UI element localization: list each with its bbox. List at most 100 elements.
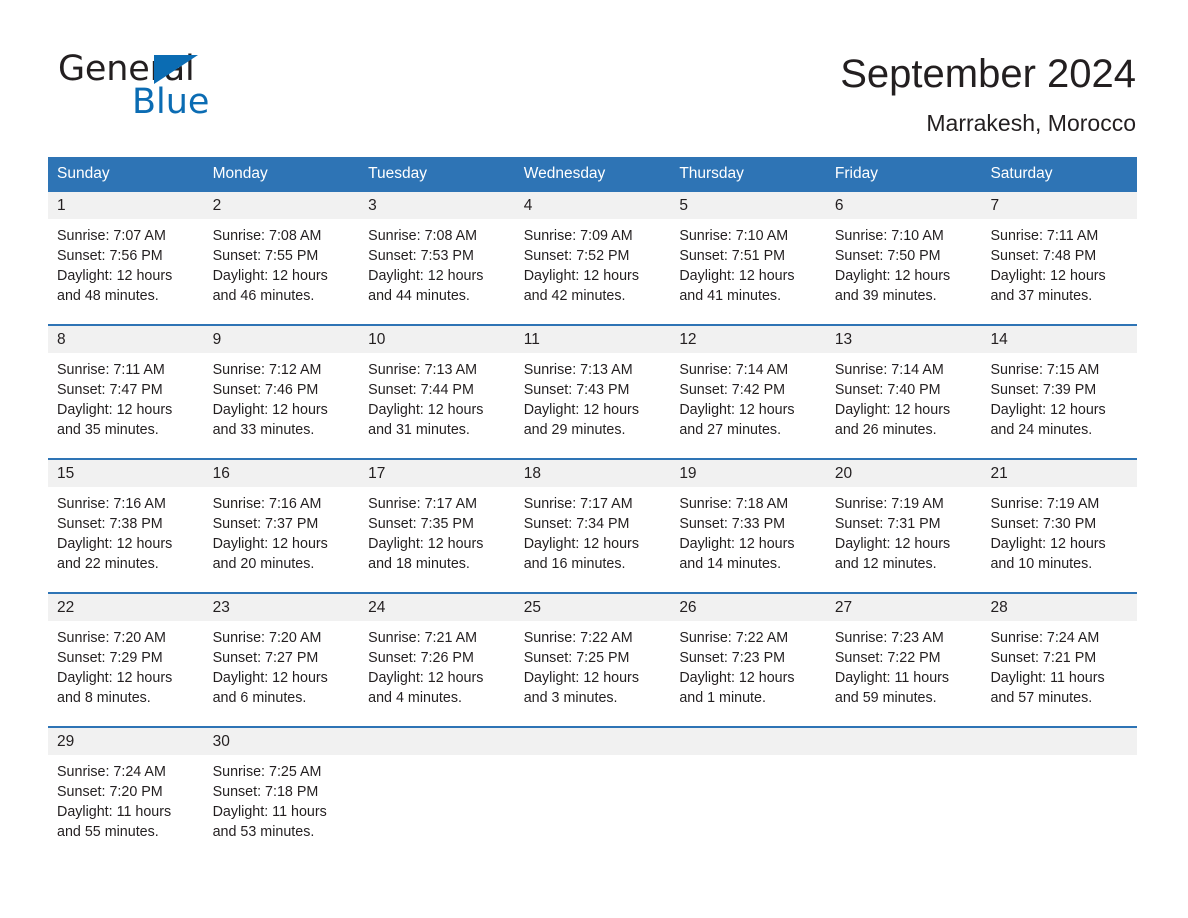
calendar-day-cell[interactable]: 15 Sunrise: 7:16 AM Sunset: 7:38 PM Dayl… bbox=[48, 460, 204, 592]
day-details: Sunrise: 7:09 AM Sunset: 7:52 PM Dayligh… bbox=[515, 219, 671, 306]
day-number-band: 26 bbox=[670, 594, 826, 621]
calendar-day-cell[interactable]: 21 Sunrise: 7:19 AM Sunset: 7:30 PM Dayl… bbox=[981, 460, 1138, 592]
calendar-week-row: 1 Sunrise: 7:07 AM Sunset: 7:56 PM Dayli… bbox=[48, 190, 1138, 324]
calendar-day-cell[interactable]: 3 Sunrise: 7:08 AM Sunset: 7:53 PM Dayli… bbox=[359, 192, 515, 324]
day-number-band: 29 bbox=[48, 728, 204, 755]
day-details: Sunrise: 7:07 AM Sunset: 7:56 PM Dayligh… bbox=[48, 219, 204, 306]
day-number: 6 bbox=[834, 197, 844, 214]
page-header: General Blue September 2024 Marrakesh, M… bbox=[0, 0, 1188, 146]
sunrise-text: Sunrise: 7:20 AM bbox=[57, 630, 166, 646]
calendar-day-cell[interactable]: 9 Sunrise: 7:12 AM Sunset: 7:46 PM Dayli… bbox=[203, 326, 360, 458]
sunset-text: Sunset: 7:31 PM bbox=[834, 516, 941, 532]
sunrise-text: Sunrise: 7:19 AM bbox=[990, 496, 1100, 512]
day-number: 9 bbox=[212, 331, 222, 348]
calendar-day-cell[interactable]: 1 Sunrise: 7:07 AM Sunset: 7:56 PM Dayli… bbox=[48, 192, 204, 324]
daylight-text: Daylight: 12 hours and 14 minutes. bbox=[679, 536, 795, 572]
calendar-week-row: 29 Sunrise: 7:24 AM Sunset: 7:20 PM Dayl… bbox=[48, 726, 1138, 860]
calendar-day-cell[interactable]: 30 Sunrise: 7:25 AM Sunset: 7:18 PM Dayl… bbox=[203, 728, 360, 860]
calendar-day-cell[interactable]: 27 Sunrise: 7:23 AM Sunset: 7:22 PM Dayl… bbox=[825, 594, 982, 726]
day-number-band: 24 bbox=[359, 594, 515, 621]
day-number-band: 20 bbox=[825, 460, 982, 487]
sunset-text: Sunset: 7:23 PM bbox=[679, 650, 786, 666]
calendar-day-cell[interactable]: 24 Sunrise: 7:21 AM Sunset: 7:26 PM Dayl… bbox=[359, 594, 515, 726]
calendar-day-cell[interactable]: 28 Sunrise: 7:24 AM Sunset: 7:21 PM Dayl… bbox=[981, 594, 1138, 726]
calendar-day-cell[interactable]: 7 Sunrise: 7:11 AM Sunset: 7:48 PM Dayli… bbox=[981, 192, 1138, 324]
daylight-text: Daylight: 12 hours and 35 minutes. bbox=[57, 402, 173, 438]
day-number-band: 6 bbox=[825, 192, 982, 219]
day-details: Sunrise: 7:11 AM Sunset: 7:47 PM Dayligh… bbox=[48, 353, 204, 440]
calendar-day-cell[interactable]: 19 Sunrise: 7:18 AM Sunset: 7:33 PM Dayl… bbox=[670, 460, 826, 592]
daylight-text: Daylight: 11 hours and 53 minutes. bbox=[212, 804, 327, 840]
calendar-day-cell[interactable]: 16 Sunrise: 7:16 AM Sunset: 7:37 PM Dayl… bbox=[203, 460, 360, 592]
day-details: Sunrise: 7:21 AM Sunset: 7:26 PM Dayligh… bbox=[359, 621, 515, 708]
calendar-day-cell[interactable]: 8 Sunrise: 7:11 AM Sunset: 7:47 PM Dayli… bbox=[48, 326, 204, 458]
calendar-day-cell[interactable]: 26 Sunrise: 7:22 AM Sunset: 7:23 PM Dayl… bbox=[670, 594, 826, 726]
day-number-band: 11 bbox=[514, 326, 671, 353]
calendar-day-cell[interactable]: 29 Sunrise: 7:24 AM Sunset: 7:20 PM Dayl… bbox=[48, 728, 204, 860]
calendar-day-cell[interactable]: 22 Sunrise: 7:20 AM Sunset: 7:29 PM Dayl… bbox=[48, 594, 204, 726]
daylight-text: Daylight: 12 hours and 48 minutes. bbox=[57, 268, 173, 304]
calendar-day-cell[interactable]: 5 Sunrise: 7:10 AM Sunset: 7:51 PM Dayli… bbox=[670, 192, 826, 324]
daylight-text: Daylight: 12 hours and 1 minute. bbox=[679, 670, 795, 706]
day-number-band bbox=[359, 728, 515, 755]
sunrise-text: Sunrise: 7:16 AM bbox=[57, 496, 166, 512]
sunrise-text: Sunrise: 7:23 AM bbox=[834, 630, 944, 646]
sunset-text: Sunset: 7:20 PM bbox=[57, 784, 163, 800]
sunset-text: Sunset: 7:27 PM bbox=[212, 650, 319, 666]
day-number-band: 30 bbox=[203, 728, 360, 755]
calendar-day-cell[interactable]: 14 Sunrise: 7:15 AM Sunset: 7:39 PM Dayl… bbox=[981, 326, 1138, 458]
day-number: 1 bbox=[57, 197, 66, 214]
calendar-day-cell[interactable]: 20 Sunrise: 7:19 AM Sunset: 7:31 PM Dayl… bbox=[825, 460, 982, 592]
general-blue-logo: General Blue bbox=[58, 48, 258, 120]
calendar-day-cell[interactable]: 17 Sunrise: 7:17 AM Sunset: 7:35 PM Dayl… bbox=[359, 460, 515, 592]
calendar-grid: Sunday Monday Tuesday Wednesday Thursday… bbox=[48, 157, 1138, 860]
calendar-day-cell-empty bbox=[670, 728, 826, 860]
page-subtitle: Marrakesh, Morocco bbox=[926, 110, 1136, 136]
sunrise-text: Sunrise: 7:14 AM bbox=[834, 362, 944, 378]
day-details: Sunrise: 7:19 AM Sunset: 7:31 PM Dayligh… bbox=[826, 487, 982, 574]
sunset-text: Sunset: 7:53 PM bbox=[368, 248, 474, 264]
calendar-day-cell[interactable]: 2 Sunrise: 7:08 AM Sunset: 7:55 PM Dayli… bbox=[203, 192, 360, 324]
calendar-day-cell[interactable]: 6 Sunrise: 7:10 AM Sunset: 7:50 PM Dayli… bbox=[825, 192, 982, 324]
daylight-text: Daylight: 12 hours and 24 minutes. bbox=[990, 402, 1106, 438]
sunset-text: Sunset: 7:30 PM bbox=[990, 516, 1097, 532]
day-number-band: 16 bbox=[203, 460, 360, 487]
sunrise-text: Sunrise: 7:19 AM bbox=[834, 496, 944, 512]
sunrise-text: Sunrise: 7:24 AM bbox=[57, 764, 166, 780]
day-details: Sunrise: 7:08 AM Sunset: 7:53 PM Dayligh… bbox=[359, 219, 515, 306]
calendar-day-cell[interactable]: 4 Sunrise: 7:09 AM Sunset: 7:52 PM Dayli… bbox=[514, 192, 671, 324]
sunrise-text: Sunrise: 7:22 AM bbox=[679, 630, 789, 646]
daylight-text: Daylight: 12 hours and 33 minutes. bbox=[212, 402, 328, 438]
calendar-day-cell-empty bbox=[825, 728, 982, 860]
daylight-text: Daylight: 12 hours and 44 minutes. bbox=[368, 268, 484, 304]
logo-text-blue: Blue bbox=[132, 82, 210, 122]
calendar-day-cell[interactable]: 25 Sunrise: 7:22 AM Sunset: 7:25 PM Dayl… bbox=[514, 594, 671, 726]
calendar-day-cell[interactable]: 23 Sunrise: 7:20 AM Sunset: 7:27 PM Dayl… bbox=[203, 594, 360, 726]
sunset-text: Sunset: 7:46 PM bbox=[212, 382, 319, 398]
sunset-text: Sunset: 7:39 PM bbox=[990, 382, 1097, 398]
calendar-day-cell[interactable]: 12 Sunrise: 7:14 AM Sunset: 7:42 PM Dayl… bbox=[670, 326, 826, 458]
daylight-text: Daylight: 12 hours and 41 minutes. bbox=[679, 268, 795, 304]
calendar-week-row: 8 Sunrise: 7:11 AM Sunset: 7:47 PM Dayli… bbox=[48, 324, 1138, 458]
sunset-text: Sunset: 7:52 PM bbox=[523, 248, 630, 264]
day-number-band: 23 bbox=[203, 594, 360, 621]
day-number-band: 28 bbox=[981, 594, 1138, 621]
daylight-text: Daylight: 12 hours and 3 minutes. bbox=[523, 670, 639, 706]
day-number-band: 25 bbox=[514, 594, 671, 621]
day-details: Sunrise: 7:22 AM Sunset: 7:25 PM Dayligh… bbox=[515, 621, 671, 708]
day-details: Sunrise: 7:14 AM Sunset: 7:40 PM Dayligh… bbox=[826, 353, 982, 440]
day-number-band: 14 bbox=[981, 326, 1138, 353]
day-details: Sunrise: 7:19 AM Sunset: 7:30 PM Dayligh… bbox=[981, 487, 1137, 574]
sunrise-text: Sunrise: 7:09 AM bbox=[523, 228, 633, 244]
sunrise-text: Sunrise: 7:17 AM bbox=[523, 496, 633, 512]
day-number bbox=[826, 733, 835, 750]
calendar-day-cell[interactable]: 11 Sunrise: 7:13 AM Sunset: 7:43 PM Dayl… bbox=[514, 326, 671, 458]
day-number: 23 bbox=[212, 599, 230, 616]
daylight-text: Daylight: 11 hours and 59 minutes. bbox=[834, 670, 950, 706]
day-details: Sunrise: 7:24 AM Sunset: 7:20 PM Dayligh… bbox=[48, 755, 204, 842]
calendar-day-cell[interactable]: 10 Sunrise: 7:13 AM Sunset: 7:44 PM Dayl… bbox=[359, 326, 515, 458]
daylight-text: Daylight: 12 hours and 31 minutes. bbox=[368, 402, 484, 438]
calendar-day-cell[interactable]: 18 Sunrise: 7:17 AM Sunset: 7:34 PM Dayl… bbox=[514, 460, 671, 592]
calendar-day-cell[interactable]: 13 Sunrise: 7:14 AM Sunset: 7:40 PM Dayl… bbox=[825, 326, 982, 458]
sunset-text: Sunset: 7:55 PM bbox=[212, 248, 319, 264]
